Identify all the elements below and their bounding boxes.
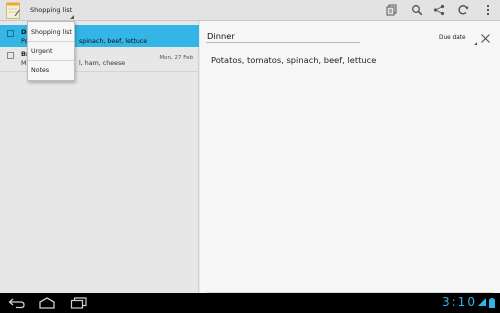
status-clock: 3:10 bbox=[442, 295, 477, 309]
system-bar: 3:10 bbox=[0, 293, 500, 313]
task-notes-preview-tail: spinach, beef, lettuce bbox=[79, 38, 148, 45]
battery-icon bbox=[489, 298, 495, 308]
task-checkbox[interactable] bbox=[7, 52, 14, 59]
spinner-triangle-icon bbox=[70, 15, 74, 19]
list-dropdown-menu: Shopping list Urgent Notes bbox=[27, 21, 75, 81]
due-date-spinner[interactable]: Due date bbox=[436, 32, 478, 45]
home-icon[interactable] bbox=[38, 297, 56, 309]
list-selector-spinner[interactable]: Shopping list bbox=[24, 0, 76, 21]
app-notepad-icon[interactable] bbox=[6, 2, 21, 19]
due-date-label: Due date bbox=[439, 35, 466, 41]
action-bar: Shopping list bbox=[0, 0, 500, 21]
sync-icon[interactable] bbox=[457, 4, 469, 16]
list-selector-label: Shopping list bbox=[30, 6, 73, 14]
overflow-menu-icon[interactable] bbox=[482, 4, 494, 16]
task-title-field[interactable]: Dinner bbox=[206, 30, 360, 43]
task-due-date: Mon, 27 Feb bbox=[159, 55, 193, 61]
dropdown-item-shopping-list[interactable]: Shopping list bbox=[28, 23, 74, 42]
close-icon[interactable] bbox=[480, 33, 491, 44]
task-notes-preview-tail: l, ham, cheese bbox=[79, 60, 126, 67]
share-icon[interactable] bbox=[433, 4, 445, 16]
recent-apps-icon[interactable] bbox=[70, 297, 88, 309]
add-task-icon[interactable] bbox=[385, 4, 397, 16]
wifi-icon bbox=[478, 298, 486, 306]
task-notes-field[interactable]: Potatos, tomatos, spinach, beef, lettuce bbox=[211, 55, 376, 65]
search-icon[interactable] bbox=[411, 4, 423, 16]
spinner-triangle-icon bbox=[474, 42, 477, 45]
dropdown-item-urgent[interactable]: Urgent bbox=[28, 42, 74, 61]
dropdown-item-notes[interactable]: Notes bbox=[28, 61, 74, 80]
task-notes-preview: M bbox=[21, 60, 27, 67]
back-icon[interactable] bbox=[8, 297, 26, 309]
task-detail-pane: Dinner Due date Potatos, tomatos, spinac… bbox=[200, 21, 500, 293]
task-checkbox[interactable] bbox=[7, 30, 14, 37]
